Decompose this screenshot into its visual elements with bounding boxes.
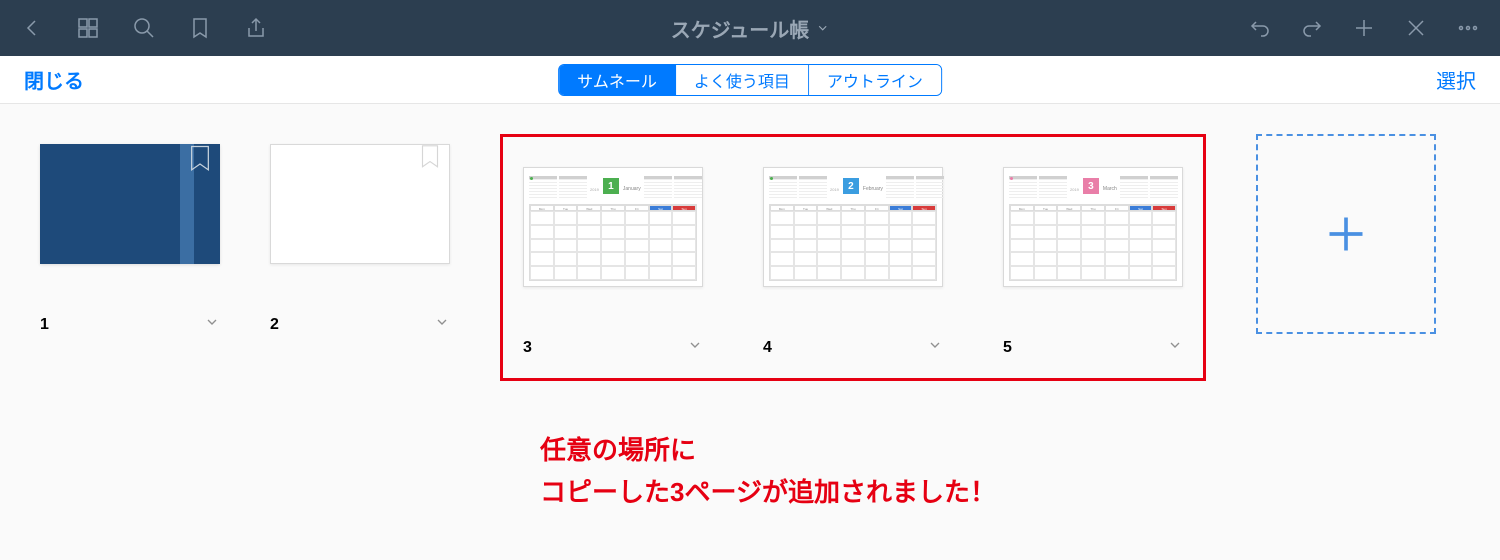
- cal-year: 2019: [590, 187, 599, 192]
- document-title-text: スケジュール帳: [671, 14, 810, 43]
- page-label-row: 4: [763, 337, 943, 358]
- calendar-grid: MonTueWedThuFriSatSun: [1009, 204, 1177, 281]
- page-label-row: 3: [523, 337, 703, 358]
- toolbar-left-group: [20, 16, 268, 40]
- page-preview-cover: [40, 144, 220, 264]
- page-thumbnail[interactable]: 2019 2 February MonTueWedThuFriSatSun 4: [763, 167, 943, 358]
- page-number: 1: [40, 316, 49, 334]
- chevron-down-icon: [815, 21, 829, 35]
- page-thumbnail[interactable]: 2: [270, 144, 450, 335]
- back-icon[interactable]: [20, 16, 44, 40]
- annotation-callout: 任意の場所に コピーした3ページが追加されました！: [540, 430, 996, 513]
- cal-month-number: 3: [1083, 178, 1099, 194]
- segment-favorites[interactable]: よく使う項目: [676, 65, 809, 95]
- bookmark-ribbon-icon: [190, 144, 210, 174]
- annotation-line-1: 任意の場所に: [540, 430, 996, 472]
- erase-icon[interactable]: [1404, 16, 1428, 40]
- grid-icon[interactable]: [76, 16, 100, 40]
- page-label-row: 2: [270, 314, 450, 335]
- bookmark-icon[interactable]: [188, 16, 212, 40]
- page-thumbnail[interactable]: 1: [40, 144, 220, 335]
- segment-thumbnail[interactable]: サムネール: [559, 65, 676, 95]
- cal-month-number: 2: [843, 178, 859, 194]
- search-icon[interactable]: [132, 16, 156, 40]
- page-preview-calendar: 2019 2 February MonTueWedThuFriSatSun: [763, 167, 943, 287]
- document-title[interactable]: スケジュール帳: [671, 14, 830, 43]
- page-label-row: 5: [1003, 337, 1183, 358]
- highlighted-pages-group: 2019 1 January MonTueWedThuFriSatSun 3: [500, 134, 1206, 381]
- page-menu-icon[interactable]: [434, 314, 450, 335]
- select-button[interactable]: 選択: [1436, 65, 1476, 94]
- cal-year: 2019: [830, 187, 839, 192]
- cal-month-number: 1: [603, 178, 619, 194]
- bookmark-outline-icon: [421, 145, 439, 169]
- add-page-button[interactable]: [1256, 134, 1436, 334]
- thumbnail-area: 1 2 2019 1 January: [0, 104, 1500, 381]
- page-menu-icon[interactable]: [1167, 337, 1183, 358]
- annotation-line-2: コピーした3ページが追加されました！: [540, 472, 996, 514]
- plus-icon: [1324, 212, 1368, 256]
- segment-outline[interactable]: アウトライン: [809, 65, 941, 95]
- redo-icon[interactable]: [1300, 16, 1324, 40]
- more-icon[interactable]: [1456, 16, 1480, 40]
- toolbar-right-group: [1248, 16, 1480, 40]
- page-number: 3: [523, 339, 532, 357]
- page-label-row: 1: [40, 314, 220, 335]
- secondary-bar: 閉じる サムネール よく使う項目 アウトライン 選択: [0, 56, 1500, 104]
- cal-month-name: March: [1103, 186, 1117, 192]
- share-icon[interactable]: [244, 16, 268, 40]
- view-segmented-control: サムネール よく使う項目 アウトライン: [558, 64, 942, 96]
- page-menu-icon[interactable]: [927, 337, 943, 358]
- page-thumbnail[interactable]: 2019 3 March MonTueWedThuFriSatSun 5: [1003, 167, 1183, 358]
- calendar-grid: MonTueWedThuFriSatSun: [769, 204, 937, 281]
- page-number: 4: [763, 339, 772, 357]
- cal-year: 2019: [1070, 187, 1079, 192]
- page-number: 2: [270, 316, 279, 334]
- page-preview-calendar: 2019 3 March MonTueWedThuFriSatSun: [1003, 167, 1183, 287]
- undo-icon[interactable]: [1248, 16, 1272, 40]
- page-thumbnail[interactable]: 2019 1 January MonTueWedThuFriSatSun 3: [523, 167, 703, 358]
- add-icon[interactable]: [1352, 16, 1376, 40]
- top-toolbar: スケジュール帳: [0, 0, 1500, 56]
- page-number: 5: [1003, 339, 1012, 357]
- page-menu-icon[interactable]: [687, 337, 703, 358]
- close-button[interactable]: 閉じる: [24, 65, 84, 94]
- calendar-grid: MonTueWedThuFriSatSun: [529, 204, 697, 281]
- cal-month-name: January: [623, 186, 641, 192]
- page-preview-calendar: 2019 1 January MonTueWedThuFriSatSun: [523, 167, 703, 287]
- page-preview-blank: [270, 144, 450, 264]
- page-menu-icon[interactable]: [204, 314, 220, 335]
- cal-month-name: February: [863, 186, 883, 192]
